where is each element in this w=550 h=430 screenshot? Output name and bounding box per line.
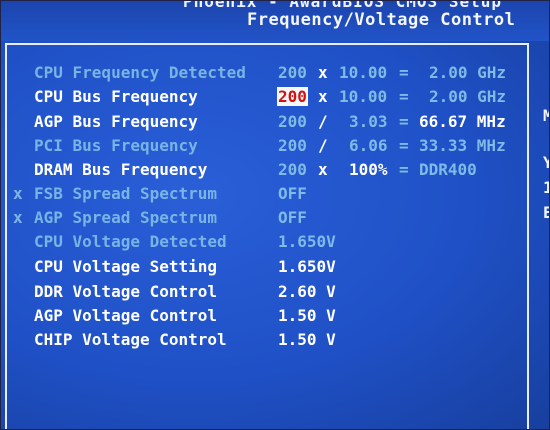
fsb-spread-spectrum-row: x FSB Spread Spectrum OFF (1, 184, 529, 208)
setting-label: PCI Bus Frequency (34, 136, 198, 155)
setting-label: DRAM Bus Frequency (34, 160, 208, 179)
dram-ratio-field[interactable]: 100% (349, 160, 388, 179)
equals-symbol: = (399, 87, 409, 106)
setting-value: OFF (278, 208, 307, 227)
equals-symbol: = (399, 112, 409, 131)
cpu-voltage-detected-row: CPU Voltage Detected 1.650V (1, 232, 529, 256)
result-value: 2.00 GHz (429, 63, 507, 82)
setting-label: AGP Spread Spectrum (34, 208, 218, 227)
cpu-voltage-setting-row[interactable]: CPU Voltage Setting 1.650V (1, 257, 529, 281)
setting-label: AGP Voltage Control (34, 306, 218, 325)
multiplier-value: 10.00 (339, 63, 388, 82)
setting-label: CPU Voltage Detected (34, 232, 227, 251)
result-value: DDR400 (419, 160, 477, 179)
setting-value[interactable]: 1.50 V (278, 330, 336, 349)
setting-value: OFF (278, 184, 307, 203)
setting-label: DDR Voltage Control (34, 282, 218, 301)
unavailable-marker: x (13, 208, 23, 227)
equals-symbol: = (399, 160, 409, 179)
item-help-panel: M Y 1 E (529, 43, 549, 429)
setting-value: 1.650V (278, 232, 336, 251)
operator-symbol: x (318, 160, 328, 179)
bus-clock-value: 200 (278, 63, 307, 82)
header-bar: Phoenix - AwardBIOS CMOS Setup Frequency… (1, 0, 549, 41)
setting-label: CPU Voltage Setting (34, 257, 218, 276)
equals-symbol: = (399, 136, 409, 155)
setting-value[interactable]: 1.50 V (278, 306, 336, 325)
cpu-bus-frequency-row[interactable]: CPU Bus Frequency 200 x 10.00 = 2.00 GHz (1, 87, 529, 111)
page-title: Frequency/Voltage Control (247, 10, 516, 30)
operator-symbol: / (318, 136, 328, 155)
result-value: 33.33 MHz (419, 136, 506, 155)
bus-clock-value: 200 (278, 112, 307, 131)
unavailable-marker: x (13, 184, 23, 203)
bios-vendor-title: Phoenix - AwardBIOS CMOS Setup (183, 0, 502, 10)
help-text-fragment: 1 (543, 178, 549, 197)
result-value: 66.67 MHz (419, 112, 506, 131)
agp-voltage-control-row[interactable]: AGP Voltage Control 1.50 V (1, 306, 529, 330)
cpu-frequency-detected-row: CPU Frequency Detected 200 x 10.00 = 2.0… (1, 63, 529, 87)
setting-label: AGP Bus Frequency (34, 112, 198, 131)
setting-label: FSB Spread Spectrum (34, 184, 218, 203)
chip-voltage-control-row[interactable]: CHIP Voltage Control 1.50 V (1, 330, 529, 354)
help-text-fragment: Y (543, 153, 549, 172)
help-text-fragment: E (543, 203, 549, 222)
setting-value[interactable]: 1.650V (278, 257, 336, 276)
operator-symbol: x (318, 87, 328, 106)
operator-symbol: / (318, 112, 328, 131)
dram-bus-frequency-row[interactable]: DRAM Bus Frequency 200 x 100% = DDR400 (1, 160, 529, 184)
result-value: 2.00 GHz (429, 87, 507, 106)
agp-bus-frequency-row[interactable]: AGP Bus Frequency 200 / 3.03 = 66.67 MHz (1, 112, 529, 136)
agp-spread-spectrum-row: x AGP Spread Spectrum OFF (1, 208, 529, 232)
setting-label: CPU Frequency Detected (34, 63, 246, 82)
help-text-fragment: M (543, 106, 549, 125)
cpu-bus-frequency-field[interactable]: 200 (277, 87, 308, 106)
ddr-voltage-control-row[interactable]: DDR Voltage Control 2.60 V (1, 282, 529, 306)
setting-value[interactable]: 2.60 V (278, 282, 336, 301)
equals-symbol: = (399, 63, 409, 82)
multiplier-value: 10.00 (339, 87, 388, 106)
bios-screen: Phoenix - AwardBIOS CMOS Setup Frequency… (0, 0, 550, 430)
bus-clock-value: 200 (278, 136, 307, 155)
operator-symbol: x (318, 63, 328, 82)
divider-value[interactable]: 3.03 (349, 112, 388, 131)
divider-value: 6.06 (349, 136, 388, 155)
setting-label: CPU Bus Frequency (34, 87, 198, 106)
bus-clock-value: 200 (278, 160, 307, 179)
setting-label: CHIP Voltage Control (34, 330, 227, 349)
pci-bus-frequency-row: PCI Bus Frequency 200 / 6.06 = 33.33 MHz (1, 136, 529, 160)
